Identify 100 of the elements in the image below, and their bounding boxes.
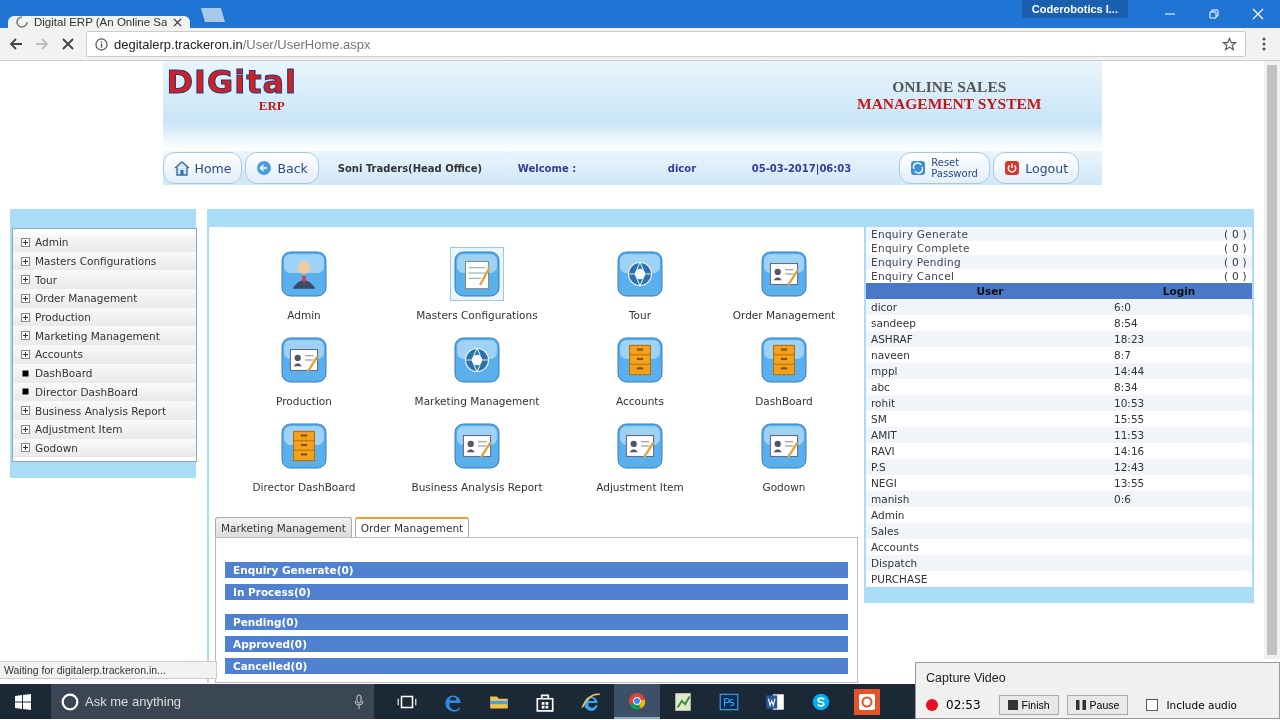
- document-module-icon[interactable]: [761, 251, 807, 297]
- table-cell-text: mppl: [870, 365, 899, 377]
- include-audio-checkbox[interactable]: [1146, 699, 1159, 711]
- reset-password-button[interactable]: Reset Password: [899, 152, 991, 184]
- table-cell-text: 14:44: [1114, 365, 1146, 377]
- scrollbar[interactable]: [1264, 61, 1280, 659]
- star-icon[interactable]: [1222, 36, 1237, 52]
- table-cell-text: 12:43: [1114, 461, 1146, 473]
- date-time: 05-03-2017|06:03: [751, 162, 852, 174]
- module-label[interactable]: Marketing Management: [414, 395, 540, 407]
- status-bar[interactable]: Enquiry Generate(0): [225, 562, 848, 578]
- recorder-taskbar-button[interactable]: [854, 688, 880, 715]
- camera-icon: [857, 691, 877, 712]
- module-label[interactable]: Production: [276, 395, 332, 407]
- cabinet-module-icon[interactable]: [761, 337, 807, 383]
- pause-button[interactable]: Pause: [1066, 695, 1129, 715]
- module-label[interactable]: Business Analysis Report: [411, 481, 543, 493]
- profile-name[interactable]: Coderobotics I...: [1021, 0, 1128, 18]
- finish-button[interactable]: Finish: [998, 695, 1059, 715]
- chrome-taskbar-button[interactable]: [614, 684, 660, 719]
- pause-icon: [1075, 700, 1086, 710]
- sidebar-item[interactable]: Admin: [13, 233, 196, 252]
- table-cell-text: 11:53: [1114, 429, 1146, 441]
- enquiry-count: ( 0 ): [1223, 255, 1247, 269]
- table-cell-text: rohit: [870, 397, 897, 409]
- table-header: User Login: [866, 283, 1252, 299]
- document-module-icon[interactable]: [281, 337, 327, 383]
- table-cell-text: 8:34: [1114, 381, 1139, 393]
- table-cell-text: 10:53: [1114, 397, 1146, 409]
- status-text: Waiting for digitalerp.trackeron.in...: [0, 661, 217, 679]
- table-cell-text: 8:7: [1114, 349, 1132, 361]
- module-label[interactable]: Masters Configurations: [416, 309, 538, 321]
- table-cell-text: NEGI: [870, 477, 898, 489]
- banner-title: MANAGEMENT SYSTEM: [857, 95, 1042, 112]
- logout-button[interactable]: Logout: [993, 152, 1080, 184]
- home-button[interactable]: Home: [162, 152, 243, 184]
- globe-module-icon[interactable]: [454, 337, 500, 383]
- table-cell-text: Sales: [870, 525, 900, 537]
- loading-icon: [16, 16, 28, 28]
- sidebar-item[interactable]: Business Analysis Report: [13, 401, 196, 420]
- document-module-icon[interactable]: [761, 423, 807, 469]
- internet-explorer-icon[interactable]: [580, 690, 602, 713]
- taskbar-search-field[interactable]: Ask me anything: [51, 684, 374, 719]
- status-bar[interactable]: Pending(0): [225, 614, 848, 630]
- stop-icon[interactable]: [60, 36, 76, 52]
- circle-icon: [61, 692, 79, 711]
- table-cell-text: Admin: [870, 509, 906, 521]
- windows-logo-icon[interactable]: [15, 693, 31, 710]
- panel-tab[interactable]: Marketing Management: [215, 517, 352, 537]
- status-bar[interactable]: Approved(0): [225, 636, 848, 652]
- module-label[interactable]: Tour: [629, 309, 651, 321]
- module-label[interactable]: Accounts: [616, 395, 664, 407]
- panel-tab[interactable]: Order Management: [354, 517, 470, 537]
- globe-module-icon[interactable]: [617, 251, 663, 297]
- module-label[interactable]: DashBoard: [755, 395, 813, 407]
- status-bar[interactable]: In Process(0): [225, 584, 848, 600]
- module-label[interactable]: Godown: [762, 481, 806, 493]
- close-icon[interactable]: [173, 17, 183, 27]
- table-cell-text: sandeep: [870, 317, 917, 329]
- back-button[interactable]: Back: [245, 152, 319, 184]
- table-cell-text: 8:54: [1114, 317, 1139, 329]
- table-cell-text: RAVI: [870, 445, 896, 457]
- module-label[interactable]: Order Management: [732, 309, 836, 321]
- table-cell-text: abc: [870, 381, 891, 393]
- table-cell-text: 18:23: [1114, 333, 1146, 345]
- power-icon: [1004, 160, 1021, 176]
- user-name: dicor: [667, 162, 698, 174]
- status-bar[interactable]: Cancelled(0): [225, 658, 848, 674]
- table-cell-text: ASHRAF: [870, 333, 914, 345]
- sidebar-item[interactable]: Accounts: [13, 345, 196, 364]
- restore-icon[interactable]: [1208, 8, 1220, 20]
- sidebar-item[interactable]: Order Management: [13, 289, 196, 308]
- module-label[interactable]: Admin: [287, 309, 321, 321]
- table-cell-text: 6:0: [1114, 301, 1132, 313]
- enquiry-label: Enquiry Complete: [871, 241, 970, 255]
- sidebar-item[interactable]: Marketing Management: [13, 326, 196, 346]
- dialog-title: Capture Video: [926, 671, 1006, 685]
- info-icon: [95, 37, 108, 51]
- recording-time: 02:53: [946, 698, 981, 712]
- table-cell-text: P.S: [870, 461, 887, 473]
- person-module-icon[interactable]: [281, 251, 327, 297]
- table-cell-text: 13:55: [1114, 477, 1146, 489]
- table-cell-text: 0:6: [1114, 493, 1132, 505]
- module-label[interactable]: Adjustment Item: [596, 481, 684, 493]
- chart-app-icon[interactable]: [672, 690, 694, 713]
- address-bar[interactable]: degitalerp.trackeron.in/User/UserHome.aspx: [86, 31, 1246, 57]
- cabinet-module-icon[interactable]: [281, 423, 327, 469]
- browser-tab[interactable]: Digital ERP (An Online Sa: [8, 16, 191, 28]
- logo-text: DIGital: [166, 65, 298, 99]
- enquiry-label: Enquiry Pending: [871, 255, 961, 269]
- record-icon: [926, 699, 938, 711]
- table-cell-text: Dispatch: [870, 557, 919, 569]
- sidebar-item[interactable]: Tour: [13, 270, 196, 290]
- document-module-icon[interactable]: [617, 423, 663, 469]
- document-module-icon[interactable]: [454, 423, 500, 469]
- back-arrow-icon[interactable]: [8, 36, 24, 52]
- module-label[interactable]: Director DashBoard: [252, 481, 356, 493]
- cabinet-module-icon[interactable]: [617, 337, 663, 383]
- enquiry-label: Enquiry Generate: [871, 227, 969, 241]
- refresh-icon: [910, 160, 927, 176]
